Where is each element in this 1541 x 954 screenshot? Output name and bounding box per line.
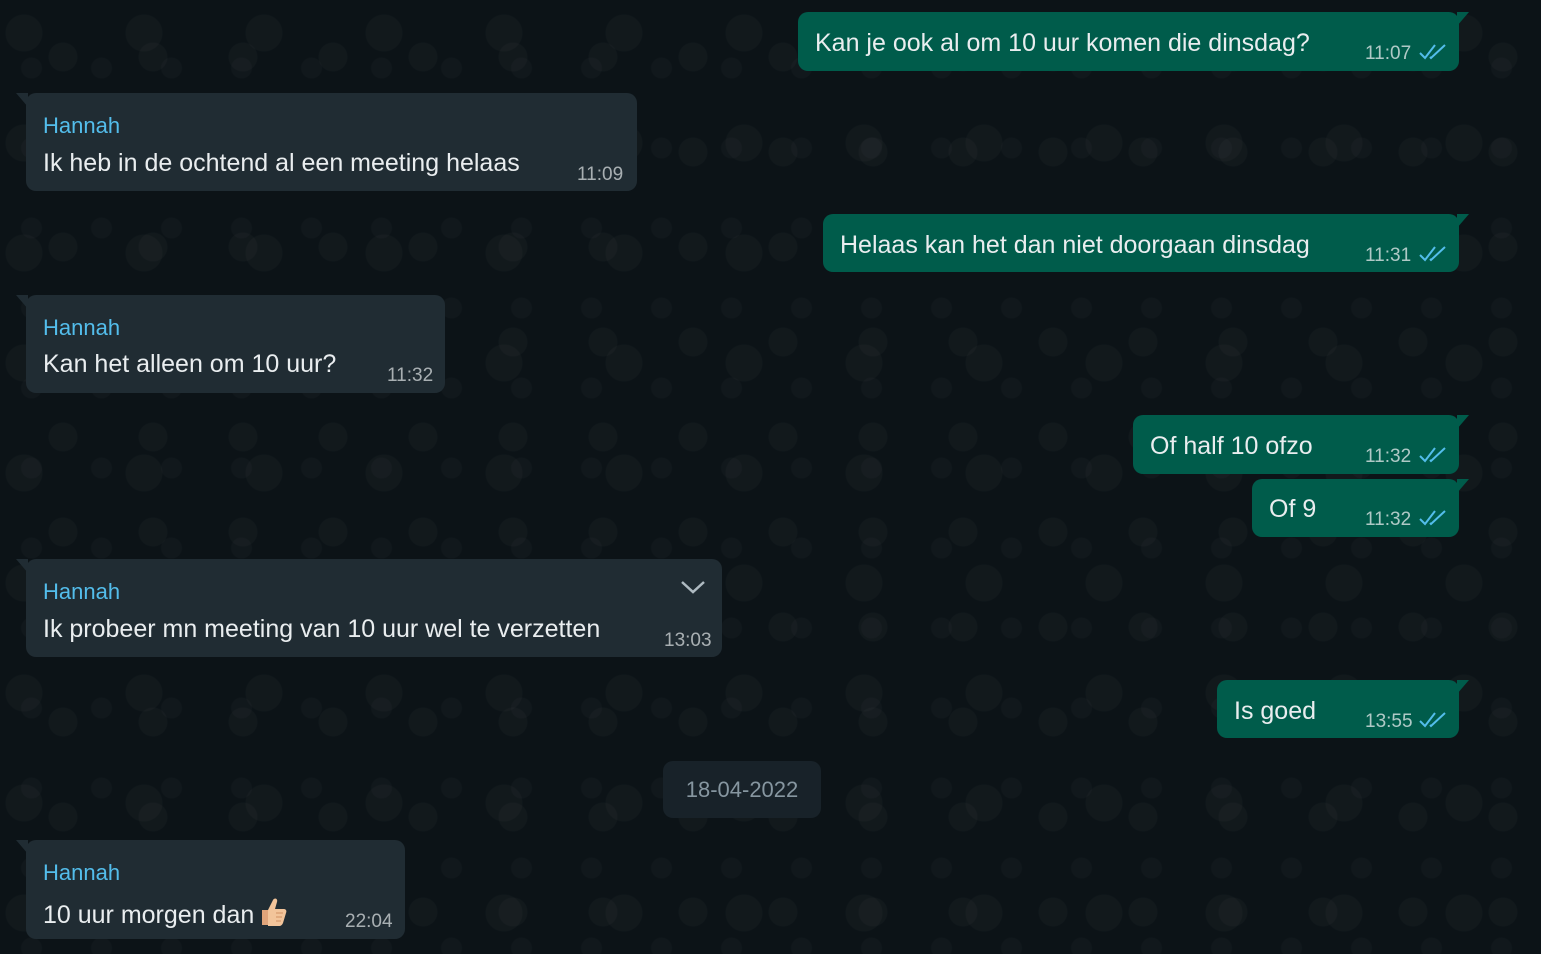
outgoing-message[interactable]: Kan je ook al om 10 uur komen die dinsda… <box>798 12 1469 71</box>
incoming-message[interactable]: Hannah 10 uur morgen dan 22:04 <box>16 840 405 939</box>
thumbs-up-icon <box>262 898 287 926</box>
message-time: 22:04 <box>345 911 393 932</box>
double-check-icon <box>1419 44 1446 60</box>
double-check-icon <box>1419 447 1446 463</box>
chevron-down-icon[interactable] <box>678 577 708 597</box>
outgoing-message[interactable]: Helaas kan het dan niet doorgaan dinsdag… <box>823 214 1469 272</box>
message-text: Of half 10 ofzo <box>1150 432 1313 460</box>
message-time: 11:09 <box>577 164 624 185</box>
outgoing-message[interactable]: Of half 10 ofzo 11:32 <box>1133 415 1469 474</box>
message-text-content: 10 uur morgen dan <box>43 901 255 929</box>
message-time: 11:32 <box>1365 446 1412 467</box>
sender-name[interactable]: Hannah <box>43 579 120 605</box>
message-time: 11:32 <box>1365 509 1412 530</box>
date-divider: 18-04-2022 <box>663 761 821 818</box>
sender-name[interactable]: Hannah <box>43 113 120 139</box>
sender-name[interactable]: Hannah <box>43 860 120 886</box>
incoming-message[interactable]: Hannah Ik heb in de ochtend al een meeti… <box>16 93 637 191</box>
outgoing-message[interactable]: Is goed 13:55 <box>1217 680 1469 738</box>
double-check-icon <box>1419 712 1446 728</box>
message-text: Ik heb in de ochtend al een meeting hela… <box>43 149 520 177</box>
message-text: Is goed <box>1234 697 1317 725</box>
message-time: 11:32 <box>387 365 434 386</box>
message-time: 13:55 <box>1365 711 1413 732</box>
message-text: 10 uur morgen dan <box>43 895 290 930</box>
message-time: 13:03 <box>664 630 712 651</box>
message-time: 11:07 <box>1365 43 1412 64</box>
message-text: Of 9 <box>1269 495 1317 523</box>
message-text: Ik probeer mn meeting van 10 uur wel te … <box>43 615 601 643</box>
message-text: Kan je ook al om 10 uur komen die dinsda… <box>815 29 1310 57</box>
incoming-message[interactable]: Hannah Ik probeer mn meeting van 10 uur … <box>16 559 722 657</box>
double-check-icon <box>1419 510 1446 526</box>
outgoing-message[interactable]: Of 9 11:32 <box>1252 479 1469 537</box>
message-time: 11:31 <box>1365 245 1412 266</box>
incoming-message[interactable]: Hannah Kan het alleen om 10 uur? 11:32 <box>16 295 445 393</box>
message-text: Helaas kan het dan niet doorgaan dinsdag <box>840 231 1310 259</box>
message-text: Kan het alleen om 10 uur? <box>43 350 337 378</box>
sender-name[interactable]: Hannah <box>43 315 120 341</box>
double-check-icon <box>1419 246 1446 262</box>
